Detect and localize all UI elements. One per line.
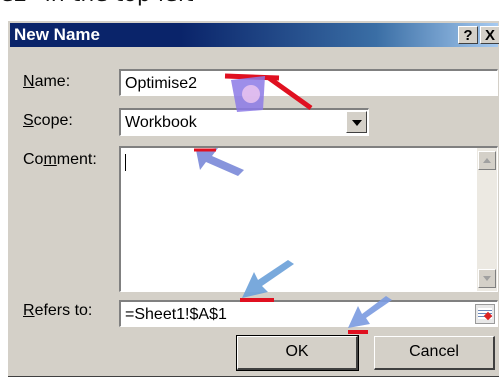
scope-label: Scope:	[23, 112, 73, 129]
close-button[interactable]: X	[480, 26, 499, 44]
refers-to-value: =Sheet1!$A$1	[125, 306, 227, 323]
cancel-button[interactable]: Cancel	[374, 336, 495, 370]
name-value: Optimise2	[125, 75, 198, 92]
title-bar: New Name ? X	[10, 23, 499, 47]
refers-to-label: Refers to:	[23, 302, 93, 319]
name-label: Name:	[23, 73, 71, 90]
pointer-arrow-icon	[240, 260, 294, 302]
range-select-icon[interactable]	[475, 304, 495, 324]
pointer-arrow-icon	[194, 148, 244, 176]
comment-scrollbar[interactable]	[477, 148, 497, 291]
refers-to-field[interactable]: =Sheet1!$A$1	[119, 300, 498, 327]
ok-button[interactable]: OK	[236, 335, 359, 371]
scroll-down-icon[interactable]	[478, 269, 496, 288]
comment-field[interactable]	[119, 146, 498, 292]
scroll-up-icon[interactable]	[478, 151, 496, 170]
scope-value: Workbook	[125, 114, 197, 131]
pointer-arrow-icon	[224, 73, 313, 112]
caption-text: e2" in the top left	[0, 0, 499, 8]
text-caret	[125, 154, 126, 171]
pointer-arrow-icon	[348, 296, 392, 334]
dialog-title: New Name	[14, 25, 100, 44]
comment-label: Comment:	[23, 151, 97, 168]
help-button[interactable]: ?	[458, 26, 478, 44]
dropdown-arrow-icon[interactable]	[346, 111, 367, 133]
